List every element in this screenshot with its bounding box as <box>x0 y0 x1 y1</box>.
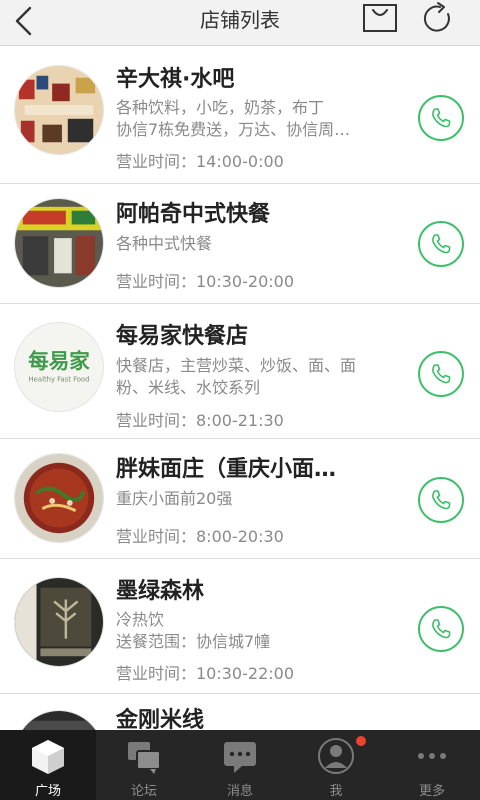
call-button[interactable] <box>418 477 464 523</box>
store-description-line: 粉、米线、水饺系列 <box>116 378 261 397</box>
tab-label: 我 <box>329 784 343 799</box>
store-thumbnail <box>14 65 104 155</box>
store-description-line: 各种中式快餐 <box>116 234 213 253</box>
bottom-tab-bar: 广场 论坛 消息 我 更多 <box>0 730 480 800</box>
store-list-item[interactable]: 胖妹面庄（重庆小面… 重庆小面前20强 营业时间：8:00-20:30 <box>0 439 480 559</box>
store-name: 辛大祺·水吧 <box>116 67 235 92</box>
store-thumbnail: 每易家 Healthy Fast Food <box>14 322 104 412</box>
store-description-line: 冷热饮 <box>116 610 165 629</box>
store-list-item[interactable]: 阿帕奇中式快餐 各种中式快餐 营业时间：10:30-20:00 <box>0 184 480 304</box>
tab-label: 消息 <box>226 784 253 799</box>
tab-label: 论坛 <box>130 784 157 799</box>
phone-icon <box>432 490 451 510</box>
store-description-line: 各种饮料，小吃，奶茶，布丁 <box>116 98 325 117</box>
store-hours: 营业时间：8:00-21:30 <box>116 411 284 430</box>
refresh-icon[interactable] <box>418 0 458 36</box>
phone-icon <box>432 108 451 128</box>
store-description-line: 协信7栋免费送，万达、协信周… <box>116 120 351 139</box>
store-description-line: 送餐范围：协信城7幢 <box>116 632 271 651</box>
phone-icon <box>432 234 451 254</box>
avatar-icon <box>318 738 354 774</box>
page-title: 店铺列表 <box>200 8 280 32</box>
call-button[interactable] <box>418 351 464 397</box>
store-hours: 营业时间：14:00-0:00 <box>116 152 284 171</box>
tab-label: 广场 <box>34 784 61 799</box>
tab-messages[interactable]: 消息 <box>192 730 288 800</box>
notification-badge <box>356 736 366 746</box>
phone-icon <box>432 619 451 639</box>
store-name: 墨绿森林 <box>116 579 205 604</box>
tab-label: 更多 <box>418 784 445 799</box>
cube-icon <box>32 740 64 774</box>
store-name: 阿帕奇中式快餐 <box>116 202 271 227</box>
store-hours: 营业时间：10:30-20:00 <box>116 272 294 291</box>
more-dots-icon <box>418 753 446 759</box>
store-description: 冷热饮 送餐范围：协信城7幢 <box>116 609 396 653</box>
store-thumbnail <box>14 710 104 730</box>
store-logo-subtext: Healthy Fast Food <box>29 376 90 384</box>
chat-bubbles-icon <box>128 742 161 774</box>
tab-forum[interactable]: 论坛 <box>96 730 192 800</box>
store-description: 各种饮料，小吃，奶茶，布丁 协信7栋免费送，万达、协信周… <box>116 97 396 141</box>
store-thumbnail <box>14 453 104 543</box>
store-list[interactable]: 辛大祺·水吧 各种饮料，小吃，奶茶，布丁 协信7栋免费送，万达、协信周… 营业时… <box>0 47 480 730</box>
store-hours: 营业时间：10:30-22:00 <box>116 664 294 683</box>
store-description: 重庆小面前20强 <box>116 488 396 510</box>
app-header: 店铺列表 <box>0 0 480 46</box>
store-description: 快餐店，主营炒菜、炒饭、面、面 粉、米线、水饺系列 <box>116 355 396 399</box>
store-thumbnail <box>14 198 104 288</box>
store-list-item[interactable]: 墨绿森林 冷热饮 送餐范围：协信城7幢 营业时间：10:30-22:00 <box>0 559 480 694</box>
store-description: 各种中式快餐 <box>116 233 396 255</box>
call-button[interactable] <box>418 221 464 267</box>
tab-me[interactable]: 我 <box>288 730 384 800</box>
store-logo-text: 每易家 <box>28 349 90 373</box>
store-list-item[interactable]: 每易家 Healthy Fast Food 每易家快餐店 快餐店，主营炒菜、炒饭… <box>0 304 480 439</box>
tab-plaza[interactable]: 广场 <box>0 730 96 800</box>
store-list-item[interactable]: 辛大祺·水吧 各种饮料，小吃，奶茶，布丁 协信7栋免费送，万达、协信周… 营业时… <box>0 47 480 184</box>
phone-icon <box>432 364 451 384</box>
call-button[interactable] <box>418 606 464 652</box>
message-icon <box>224 742 256 773</box>
store-description-line: 快餐店，主营炒菜、炒饭、面、面 <box>116 356 357 375</box>
tab-more[interactable]: 更多 <box>384 730 480 800</box>
store-description-line: 重庆小面前20强 <box>116 489 233 508</box>
store-name: 金刚米线 <box>116 708 205 730</box>
store-hours: 营业时间：8:00-20:30 <box>116 527 284 546</box>
store-name: 胖妹面庄（重庆小面… <box>116 457 337 482</box>
store-thumbnail <box>14 577 104 667</box>
call-button[interactable] <box>418 95 464 141</box>
store-list-item[interactable]: 金刚米线 <box>0 694 480 730</box>
store-name: 每易家快餐店 <box>116 324 249 349</box>
shopping-bag-icon[interactable] <box>362 3 398 33</box>
